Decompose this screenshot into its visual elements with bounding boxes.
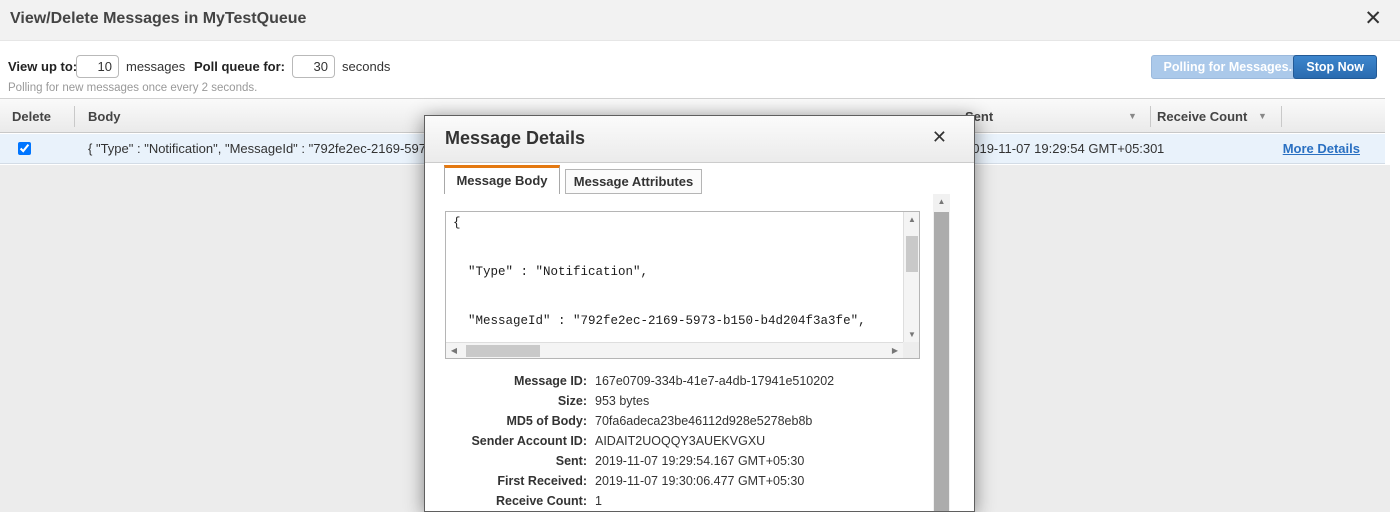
poll-queue-input[interactable] (292, 55, 335, 78)
scroll-left-icon[interactable]: ◀ (446, 343, 462, 358)
detail-row-size: Size: 953 bytes (557, 394, 650, 408)
tab-message-attributes[interactable]: Message Attributes (565, 169, 702, 194)
scroll-up-icon[interactable]: ▲ (933, 194, 950, 209)
scrollbar-corner (903, 342, 919, 358)
sort-icon[interactable]: ▼ (1128, 111, 1137, 121)
close-icon[interactable]: ✕ (1364, 5, 1382, 33)
detail-row-first-received: First Received: 2019-11-07 19:30:06.477 … (497, 474, 805, 488)
detail-row-sent: Sent: 2019-11-07 19:29:54.167 GMT+05:30 (555, 454, 805, 468)
scroll-down-icon[interactable]: ▼ (904, 327, 920, 342)
detail-row-receive-count: Receive Count: 1 (496, 494, 602, 508)
delete-checkbox[interactable] (18, 142, 31, 155)
code-vertical-scrollbar[interactable]: ▲ ▼ (903, 212, 919, 342)
modal-vertical-scrollbar[interactable]: ▲ (933, 194, 950, 511)
message-body-viewer[interactable]: { "Type" : "Notification", "MessageId" :… (445, 211, 920, 359)
tab-message-body[interactable]: Message Body (444, 165, 560, 194)
sort-icon[interactable]: ▼ (1258, 111, 1267, 121)
view-up-to-input[interactable] (76, 55, 119, 78)
json-line: "MessageId" : "792fe2ec-2169-5973-b150-b… (453, 313, 866, 328)
message-body-json: { "Type" : "Notification", "MessageId" :… (446, 212, 903, 342)
json-line: "Type" : "Notification", (453, 264, 649, 279)
seconds-label: seconds (342, 59, 391, 74)
polling-for-messages-button[interactable]: Polling for Messages... (1150, 55, 1312, 79)
column-header-body: Body (88, 109, 121, 124)
detail-row-message-id: Message ID: 167e0709-334b-41e7-a4db-1794… (514, 374, 835, 388)
column-divider (74, 106, 75, 127)
detail-row-sender-account-id: Sender Account ID: AIDAIT2UOQQY3AUEKVGXU (471, 434, 766, 448)
horizontal-scrollbar-thumb[interactable] (466, 345, 540, 357)
modal-title-bar: Message Details ✕ (425, 116, 974, 163)
message-receive-count-cell: 1 (1157, 141, 1165, 156)
messages-label: messages (126, 59, 186, 74)
page-title: View/Delete Messages in MyTestQueue (10, 10, 307, 27)
more-details-link[interactable]: More Details (1240, 141, 1360, 156)
column-divider (1281, 106, 1282, 127)
message-details-modal: Message Details ✕ Message Body Message A… (424, 115, 975, 512)
view-up-to-label: View up to: (8, 59, 78, 74)
modal-scrollbar-thumb[interactable] (934, 212, 949, 511)
column-header-receive-count: Receive Count (1157, 109, 1248, 124)
page-header: View/Delete Messages in MyTestQueue ✕ (0, 0, 1400, 41)
vertical-scrollbar-thumb[interactable] (906, 236, 918, 272)
message-sent-cell: 2019-11-07 19:29:54 GMT+05:30 (965, 141, 1158, 156)
code-horizontal-scrollbar[interactable]: ◀ ▶ (446, 342, 903, 358)
column-divider (1150, 106, 1151, 127)
poll-queue-label: Poll queue for: (194, 59, 285, 74)
polling-note: Polling for new messages once every 2 se… (8, 82, 258, 94)
column-header-delete: Delete (12, 109, 52, 124)
json-line: { (453, 216, 461, 230)
modal-close-icon[interactable]: ✕ (932, 127, 947, 148)
stop-now-button[interactable]: Stop Now (1293, 55, 1377, 79)
scroll-up-icon[interactable]: ▲ (904, 212, 920, 227)
scroll-right-icon[interactable]: ▶ (887, 343, 903, 358)
modal-title: Message Details (445, 128, 586, 148)
detail-row-md5: MD5 of Body: 70fa6adeca23be46112d928e527… (506, 414, 813, 428)
